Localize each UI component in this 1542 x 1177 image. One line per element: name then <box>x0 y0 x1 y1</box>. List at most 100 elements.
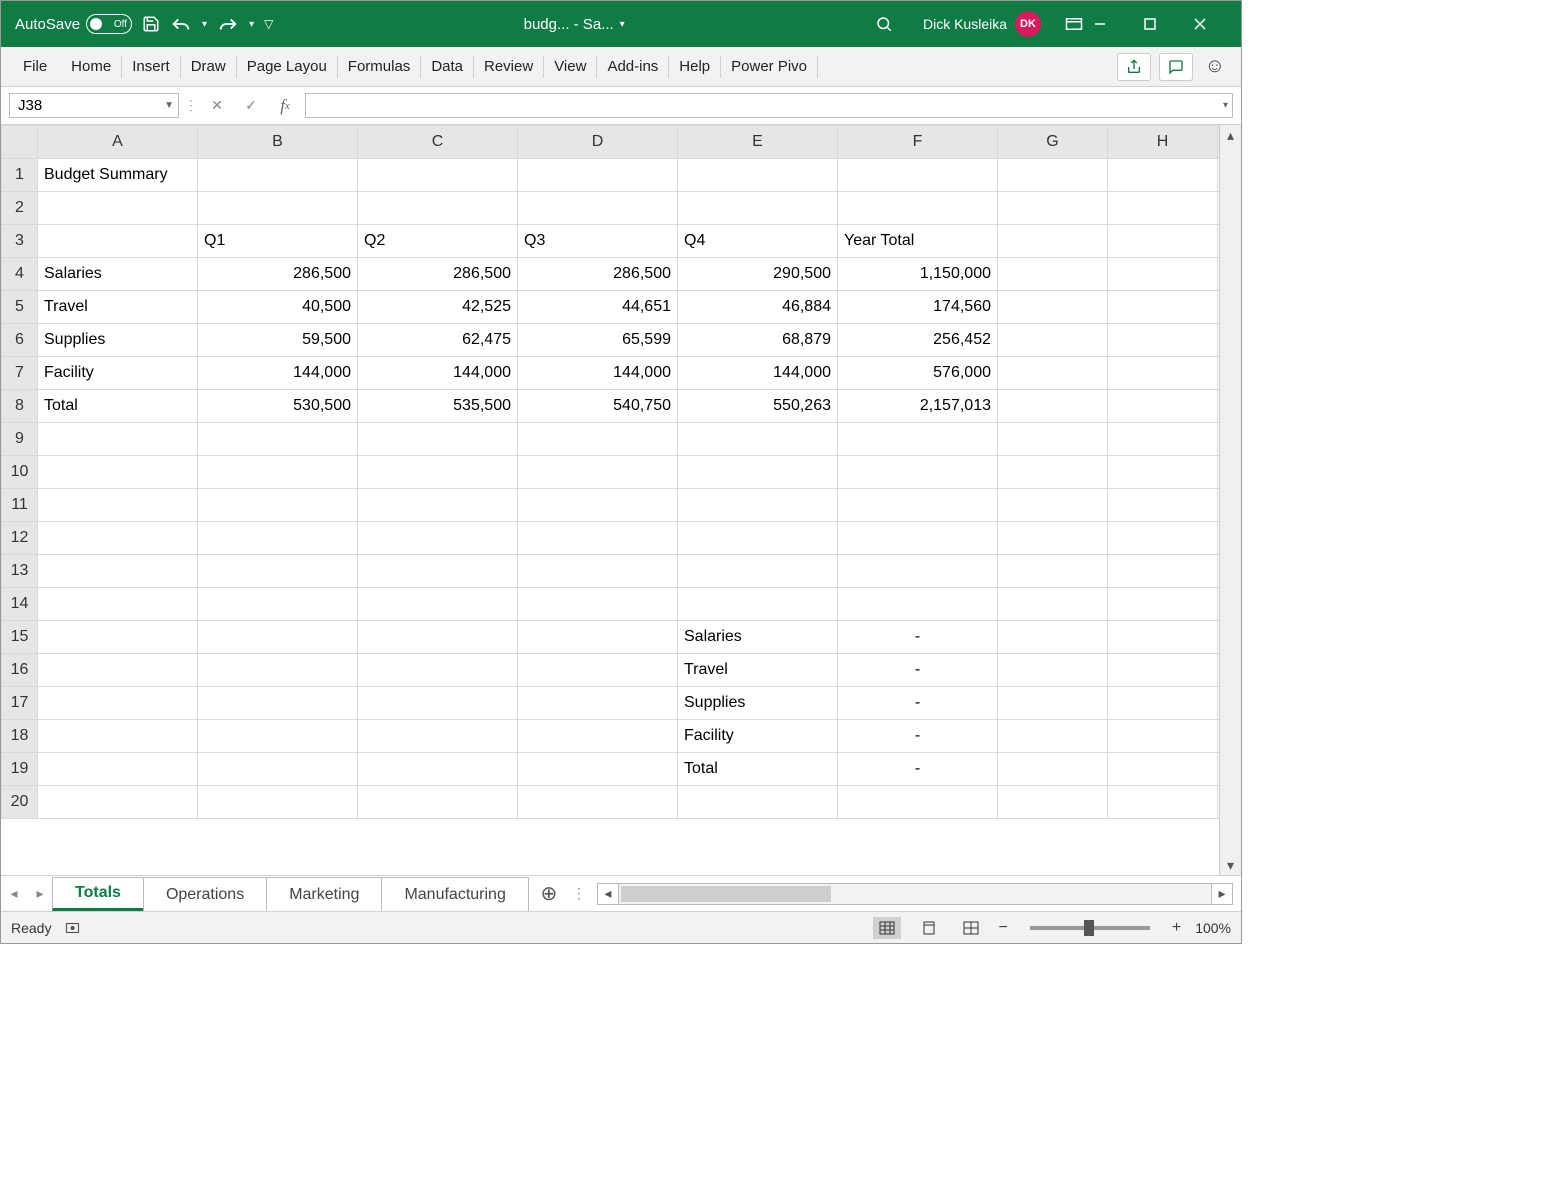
cell-D2[interactable] <box>518 192 678 225</box>
cell-D4[interactable]: 286,500 <box>518 258 678 291</box>
horizontal-scrollbar[interactable]: ◂ ▸ <box>589 876 1241 911</box>
cell-E12[interactable] <box>678 522 838 555</box>
maximize-button[interactable] <box>1143 17 1183 31</box>
row-header-11[interactable]: 11 <box>2 489 38 522</box>
zoom-slider[interactable] <box>1030 926 1150 930</box>
row-header-13[interactable]: 13 <box>2 555 38 588</box>
cell-F11[interactable] <box>838 489 998 522</box>
cell-B7[interactable]: 144,000 <box>198 357 358 390</box>
cell-A4[interactable]: Salaries <box>38 258 198 291</box>
cell-A10[interactable] <box>38 456 198 489</box>
ribbon-tab-help[interactable]: Help <box>669 47 720 87</box>
cell-F5[interactable]: 174,560 <box>838 291 998 324</box>
row-header-3[interactable]: 3 <box>2 225 38 258</box>
row-header-14[interactable]: 14 <box>2 588 38 621</box>
cell-C2[interactable] <box>358 192 518 225</box>
column-header-B[interactable]: B <box>198 126 358 159</box>
cell-B17[interactable] <box>198 687 358 720</box>
cell-H17[interactable] <box>1108 687 1218 720</box>
cell-B1[interactable] <box>198 159 358 192</box>
cell-G20[interactable] <box>998 786 1108 819</box>
cell-F3[interactable]: Year Total <box>838 225 998 258</box>
cell-D14[interactable] <box>518 588 678 621</box>
cell-G14[interactable] <box>998 588 1108 621</box>
sheet-nav-prev[interactable]: ◂ <box>1 876 27 911</box>
ribbon-tab-file[interactable]: File <box>9 47 61 87</box>
formula-bar-expand-dots[interactable]: ⋮ <box>185 93 197 118</box>
cell-C1[interactable] <box>358 159 518 192</box>
cell-H14[interactable] <box>1108 588 1218 621</box>
cell-D5[interactable]: 44,651 <box>518 291 678 324</box>
search-icon[interactable] <box>875 15 893 33</box>
cell-F8[interactable]: 2,157,013 <box>838 390 998 423</box>
cell-C11[interactable] <box>358 489 518 522</box>
cell-E16[interactable]: Travel <box>678 654 838 687</box>
workbook-title[interactable]: budg... - Sa... ▾ <box>524 16 625 33</box>
cell-G13[interactable] <box>998 555 1108 588</box>
column-header-C[interactable]: C <box>358 126 518 159</box>
scroll-up-icon[interactable]: ▴ <box>1227 125 1234 145</box>
cell-D1[interactable] <box>518 159 678 192</box>
cell-C18[interactable] <box>358 720 518 753</box>
cell-A1[interactable]: Budget Summary <box>38 159 198 192</box>
cell-B18[interactable] <box>198 720 358 753</box>
cell-G2[interactable] <box>998 192 1108 225</box>
page-break-view-button[interactable] <box>957 917 985 939</box>
cell-D3[interactable]: Q3 <box>518 225 678 258</box>
cell-C5[interactable]: 42,525 <box>358 291 518 324</box>
cell-H7[interactable] <box>1108 357 1218 390</box>
cell-A17[interactable] <box>38 687 198 720</box>
cell-G10[interactable] <box>998 456 1108 489</box>
hscroll-thumb[interactable] <box>621 886 831 902</box>
cell-B12[interactable] <box>198 522 358 555</box>
cell-F7[interactable]: 576,000 <box>838 357 998 390</box>
cell-D6[interactable]: 65,599 <box>518 324 678 357</box>
cell-G5[interactable] <box>998 291 1108 324</box>
cell-F12[interactable] <box>838 522 998 555</box>
cell-G4[interactable] <box>998 258 1108 291</box>
cell-F9[interactable] <box>838 423 998 456</box>
cell-D16[interactable] <box>518 654 678 687</box>
sheet-tab-manufacturing[interactable]: Manufacturing <box>381 877 528 911</box>
cell-H8[interactable] <box>1108 390 1218 423</box>
row-header-2[interactable]: 2 <box>2 192 38 225</box>
select-all-corner[interactable] <box>2 126 38 159</box>
scroll-down-icon[interactable]: ▾ <box>1227 855 1234 875</box>
cell-E18[interactable]: Facility <box>678 720 838 753</box>
cell-D11[interactable] <box>518 489 678 522</box>
feedback-smiley-icon[interactable]: ☺ <box>1205 55 1225 78</box>
cell-C7[interactable]: 144,000 <box>358 357 518 390</box>
qat-customize-icon[interactable]: ▽ <box>264 17 273 31</box>
sheet-tab-marketing[interactable]: Marketing <box>266 877 382 911</box>
cell-B11[interactable] <box>198 489 358 522</box>
sheet-nav-next[interactable]: ▸ <box>27 876 53 911</box>
cell-E3[interactable]: Q4 <box>678 225 838 258</box>
cell-D17[interactable] <box>518 687 678 720</box>
share-button[interactable] <box>1117 53 1151 81</box>
formula-expand-icon[interactable]: ▾ <box>1223 100 1228 111</box>
ribbon-tab-power-pivo[interactable]: Power Pivo <box>721 47 817 87</box>
cell-G3[interactable] <box>998 225 1108 258</box>
close-button[interactable] <box>1193 17 1233 31</box>
cell-E9[interactable] <box>678 423 838 456</box>
cell-B13[interactable] <box>198 555 358 588</box>
cell-G19[interactable] <box>998 753 1108 786</box>
cell-C8[interactable]: 535,500 <box>358 390 518 423</box>
cell-A8[interactable]: Total <box>38 390 198 423</box>
cell-E6[interactable]: 68,879 <box>678 324 838 357</box>
macro-record-icon[interactable] <box>65 921 83 935</box>
cell-H18[interactable] <box>1108 720 1218 753</box>
cell-G8[interactable] <box>998 390 1108 423</box>
cell-E7[interactable]: 144,000 <box>678 357 838 390</box>
cell-C15[interactable] <box>358 621 518 654</box>
row-header-8[interactable]: 8 <box>2 390 38 423</box>
cell-G17[interactable] <box>998 687 1108 720</box>
autosave-toggle[interactable]: AutoSave Off <box>15 14 132 34</box>
cell-B2[interactable] <box>198 192 358 225</box>
hscroll-track[interactable] <box>619 883 1211 905</box>
hscroll-left-icon[interactable]: ◂ <box>597 883 619 905</box>
cell-F17[interactable]: - <box>838 687 998 720</box>
cell-E11[interactable] <box>678 489 838 522</box>
ribbon-tab-review[interactable]: Review <box>474 47 543 87</box>
row-header-1[interactable]: 1 <box>2 159 38 192</box>
